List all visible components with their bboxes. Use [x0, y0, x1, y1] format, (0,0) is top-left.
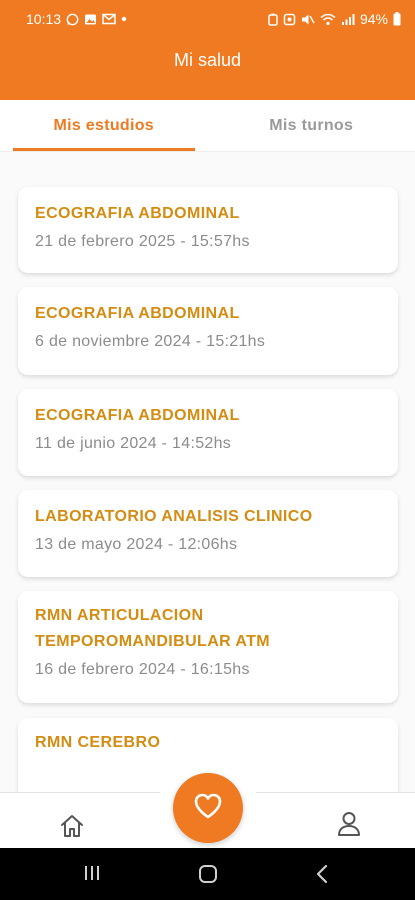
home-system-icon[interactable] [198, 864, 218, 889]
whatsapp-icon [66, 13, 79, 26]
tab-bar: Mis estudios Mis turnos [0, 100, 415, 152]
study-date: 16 de febrero 2024 - 16:15hs [35, 661, 250, 678]
battery-saver-icon [268, 13, 278, 26]
study-title-line2: TEMPOROMANDIBULAR ATM [35, 633, 271, 650]
heart-icon [193, 792, 223, 825]
study-card[interactable]: ECOGRAFIA ABDOMINAL 6 de noviembre 2024 … [18, 287, 398, 375]
studies-list[interactable]: ECOGRAFIA ABDOMINAL 21 de febrero 2025 -… [0, 152, 415, 792]
study-date: 21 de febrero 2025 - 15:57hs [35, 233, 250, 250]
wifi-icon [320, 13, 336, 26]
study-title-line1: RMN ARTICULACION [35, 607, 204, 624]
study-card[interactable]: ECOGRAFIA ABDOMINAL 21 de febrero 2025 -… [18, 187, 398, 273]
page-title: Mi salud [173, 50, 242, 70]
status-right: 94% [268, 11, 401, 27]
system-navigation-bar [0, 848, 415, 900]
status-left: 10:13 [26, 11, 127, 27]
study-title: LABORATORIO ANALISIS CLINICO [35, 508, 313, 525]
study-card[interactable]: LABORATORIO ANALISIS CLINICO 13 de mayo … [18, 490, 398, 577]
study-date: 13 de mayo 2024 - 12:06hs [35, 536, 238, 553]
notification-dot-icon [121, 16, 127, 22]
alarm-icon [283, 13, 296, 26]
mute-icon [301, 13, 315, 26]
mail-icon [102, 13, 116, 25]
tab-mis-estudios[interactable]: Mis estudios [0, 100, 208, 151]
battery-percent: 94% [359, 11, 388, 27]
study-card[interactable]: ECOGRAFIA ABDOMINAL 11 de junio 2024 - 1… [18, 389, 398, 476]
study-title: ECOGRAFIA ABDOMINAL [35, 205, 240, 222]
study-card[interactable]: RMN ARTICULACION TEMPOROMANDIBULAR ATM 1… [18, 591, 398, 703]
study-date: 11 de junio 2024 - 14:52hs [35, 435, 232, 452]
user-icon[interactable] [336, 810, 362, 838]
study-title: RMN CEREBRO [35, 734, 161, 751]
study-title: ECOGRAFIA ABDOMINAL [35, 407, 240, 424]
tab-mis-turnos[interactable]: Mis turnos [208, 100, 415, 151]
gallery-icon [84, 13, 97, 26]
study-title: ECOGRAFIA ABDOMINAL [35, 305, 240, 322]
health-heart-button[interactable] [173, 773, 243, 843]
study-date: 6 de noviembre 2024 - 15:21hs [35, 333, 266, 350]
signal-icon [341, 13, 355, 26]
active-tab-indicator [13, 148, 195, 151]
back-icon[interactable] [315, 864, 329, 889]
recent-apps-icon[interactable] [83, 864, 101, 887]
status-time: 10:13 [26, 11, 62, 27]
status-bar: 10:13 94% [0, 0, 415, 38]
app-header: 10:13 94% Mi salud [0, 0, 415, 100]
home-icon[interactable] [58, 812, 86, 840]
battery-icon [393, 12, 401, 26]
